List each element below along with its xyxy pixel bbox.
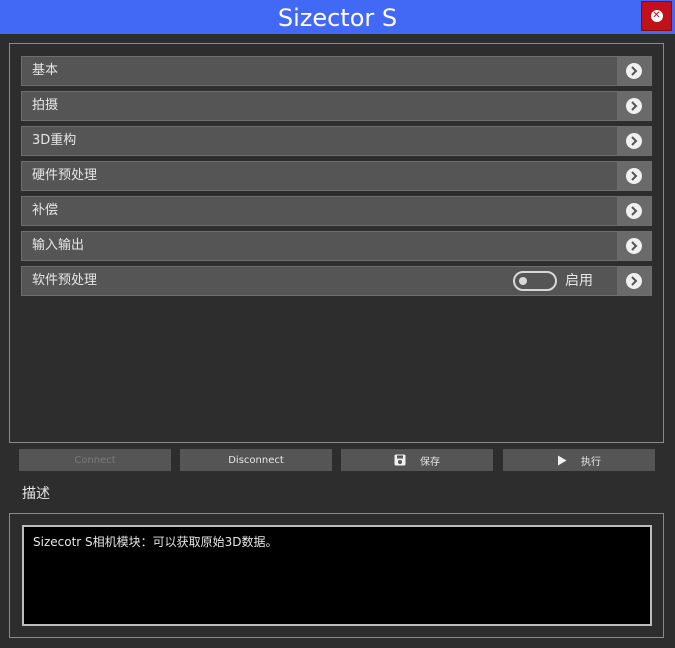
chevron-right-icon [626, 133, 642, 149]
menu-item-software-preprocess[interactable]: 软件预处理 启用 [21, 266, 652, 296]
chevron-right-icon [626, 238, 642, 254]
menu-item-label: 拍摄 [32, 98, 59, 113]
enable-toggle[interactable] [513, 271, 557, 291]
close-icon: ✕ [650, 10, 663, 22]
connect-button[interactable]: Connect [19, 449, 171, 471]
play-icon [557, 455, 567, 466]
menu-item-label: 3D重构 [32, 133, 77, 148]
chevron-right-icon [626, 63, 642, 79]
menu-item-label: 基本 [32, 63, 59, 78]
description-panel: Sizecotr S相机模块：可以获取原始3D数据。 [9, 513, 664, 638]
save-button[interactable]: 保存 [341, 449, 493, 471]
expand-button[interactable] [617, 162, 651, 190]
toggle-knob [519, 277, 527, 285]
menu-item-hardware-preprocess[interactable]: 硬件预处理 [21, 161, 652, 191]
chevron-right-icon [626, 168, 642, 184]
window-title: Sizector S [277, 4, 398, 32]
menu-item-3d-reconstruction[interactable]: 3D重构 [21, 126, 652, 156]
expand-button[interactable] [617, 267, 651, 295]
toggle-label: 启用 [565, 273, 593, 289]
close-button[interactable]: ✕ [641, 1, 672, 31]
expand-button[interactable] [617, 57, 651, 85]
run-button[interactable]: 执行 [503, 449, 655, 471]
expand-button[interactable] [617, 92, 651, 120]
menu-item-label: 软件预处理 [32, 273, 98, 288]
save-icon [394, 454, 406, 466]
chevron-right-icon [626, 98, 642, 114]
expand-button[interactable] [617, 197, 651, 225]
settings-panel: 基本 拍摄 3D重构 硬件预处理 补偿 输入输出 软件预处理 启用 [9, 43, 664, 443]
menu-item-capture[interactable]: 拍摄 [21, 91, 652, 121]
chevron-right-icon [626, 273, 642, 289]
chevron-right-icon [626, 203, 642, 219]
menu-item-label: 硬件预处理 [32, 168, 98, 183]
menu-item-label: 输入输出 [32, 238, 85, 253]
description-text: Sizecotr S相机模块：可以获取原始3D数据。 [33, 535, 278, 549]
run-label: 执行 [581, 456, 601, 468]
expand-button[interactable] [617, 127, 651, 155]
expand-button[interactable] [617, 232, 651, 260]
description-box: Sizecotr S相机模块：可以获取原始3D数据。 [22, 525, 652, 626]
menu-item-basic[interactable]: 基本 [21, 56, 652, 86]
description-title: 描述 [22, 486, 50, 502]
disconnect-button[interactable]: Disconnect [180, 449, 332, 471]
save-label: 保存 [420, 456, 440, 468]
menu-item-label: 补偿 [32, 203, 59, 218]
menu-item-compensation[interactable]: 补偿 [21, 196, 652, 226]
menu-item-input-output[interactable]: 输入输出 [21, 231, 652, 261]
